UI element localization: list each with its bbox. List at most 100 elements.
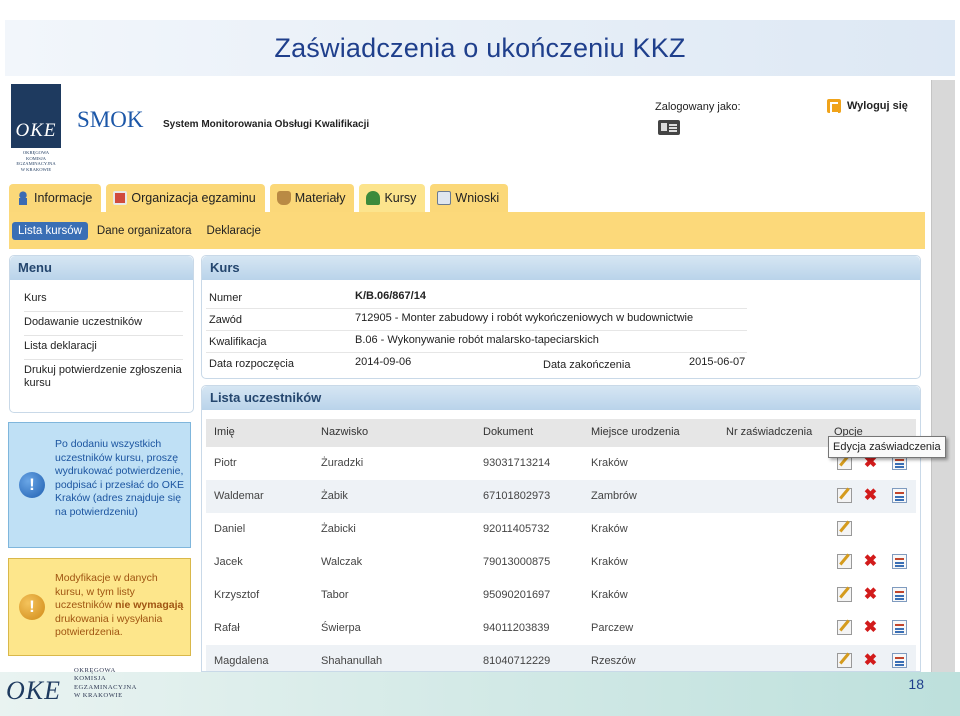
app-screenshot: OKE OKRĘGOWA KOMISJA EGZAMINACYJNA W KRA…	[5, 80, 955, 672]
menu-item-lista-deklaracji[interactable]: Lista deklaracji	[24, 336, 183, 360]
data-rozpoczecia-value: 2014-09-06	[355, 356, 412, 368]
delete-icon[interactable]: ✖	[863, 587, 878, 603]
tab-informacje[interactable]: Informacje	[9, 184, 102, 212]
participants-panel: Lista uczestników Imię Nazwisko Dokument…	[201, 385, 921, 672]
edit-icon[interactable]	[837, 554, 852, 569]
edit-icon[interactable]	[837, 488, 852, 503]
edit-icon[interactable]	[837, 653, 852, 668]
edit-icon[interactable]	[837, 521, 852, 536]
certificate-edit-icon[interactable]	[892, 488, 907, 503]
participants-table-header: Imię Nazwisko Dokument Miejsce urodzenia…	[206, 419, 916, 447]
app-name: SMOK	[77, 107, 144, 132]
cell-imie: Daniel	[214, 523, 246, 535]
app-subtitle: System Monitorowania Obsługi Kwalifikacj…	[163, 119, 370, 130]
numer-label: Numer	[209, 292, 243, 304]
cell-imie: Rafał	[214, 622, 240, 634]
footer-oke-logo: OKE	[6, 676, 61, 705]
cell-imie: Waldemar	[214, 490, 264, 502]
table-row: Rafał Świerpa 94011203839 Parczew ✖	[206, 612, 916, 645]
footer-band	[0, 672, 960, 716]
cell-miejsce: Kraków	[591, 457, 628, 469]
cell-nazwisko: Shahanullah	[321, 655, 383, 667]
delete-icon[interactable]: ✖	[863, 620, 878, 636]
tree-icon	[366, 191, 381, 205]
cell-miejsce: Rzeszów	[591, 655, 636, 667]
certificate-edit-icon[interactable]	[892, 653, 907, 668]
data-zakonczenia-label: Data zakończenia	[543, 359, 631, 371]
calendar-icon	[113, 191, 128, 205]
zawod-value: 712905 - Monter zabudowy i robót wykończ…	[355, 312, 694, 324]
cell-nazwisko: Żabik	[321, 490, 348, 502]
kurs-panel: Kurs Numer K/B.06/867/14 Zawód 712905 - …	[201, 255, 921, 379]
person-info-icon	[16, 191, 30, 205]
vertical-scrollbar[interactable]	[931, 80, 955, 672]
table-row: Jacek Walczak 79013000875 Kraków ✖	[206, 546, 916, 579]
info-box-print: ! Po dodaniu wszystkich uczestników kurs…	[8, 422, 191, 548]
table-row: Magdalena Shahanullah 81040712229 Rzeszó…	[206, 645, 916, 671]
bag-icon	[276, 191, 291, 205]
certificate-edit-icon[interactable]	[892, 620, 907, 635]
oke-logo-mark: OKE	[11, 84, 61, 148]
kurs-row-zawod: Zawód 712905 - Monter zabudowy i robót w…	[202, 309, 922, 331]
tab-wnioski[interactable]: Wnioski	[430, 184, 509, 212]
cell-dokument: 93031713214	[483, 457, 551, 469]
info-modifications-text: Modyfikacje w danych kursu, w tym listy …	[55, 572, 184, 639]
cell-miejsce: Kraków	[591, 589, 628, 601]
exclamation-icon: !	[19, 594, 45, 620]
cell-nazwisko: Walczak	[321, 556, 363, 568]
subnav-lista-kursow[interactable]: Lista kursów	[12, 221, 88, 240]
participants-panel-title: Lista uczestników	[202, 386, 920, 410]
kwalifikacja-label: Kwalifikacja	[209, 336, 267, 348]
table-row: Krzysztof Tabor 95090201697 Kraków ✖	[206, 579, 916, 612]
column-header-miejsce-urodzenia: Miejsce urodzenia	[591, 426, 680, 438]
certificate-edit-icon[interactable]	[892, 554, 907, 569]
menu-item-kurs[interactable]: Kurs	[24, 288, 183, 312]
footer-logo-text: OKRĘGOWA KOMISJA EGZAMINACYJNA W KRAKOWI…	[74, 667, 137, 700]
cell-miejsce: Kraków	[591, 556, 628, 568]
menu-item-dodawanie-uczestnikow[interactable]: Dodawanie uczestników	[24, 312, 183, 336]
delete-icon[interactable]: ✖	[863, 653, 878, 669]
menu-panel: Menu Kurs Dodawanie uczestników Lista de…	[9, 255, 194, 413]
tooltip-edycja-zaswiadczenia: Edycja zaświadczenia	[828, 436, 946, 458]
tab-label: Kursy	[384, 191, 417, 205]
oke-logo-subtitle: OKRĘGOWA KOMISJA EGZAMINACYJNA W KRAKOWI…	[16, 150, 56, 172]
subnav-deklaracje[interactable]: Deklaracje	[201, 222, 267, 240]
cell-miejsce: Kraków	[591, 523, 628, 535]
cell-dokument: 94011203839	[483, 622, 550, 634]
certificate-edit-icon[interactable]	[892, 587, 907, 602]
column-header-nr-zaswiadczenia: Nr zaświadczenia	[726, 426, 813, 438]
edit-icon[interactable]	[837, 620, 852, 635]
cell-miejsce: Zambrów	[591, 490, 637, 502]
zawod-label: Zawód	[209, 314, 243, 326]
edit-icon[interactable]	[837, 587, 852, 602]
menu-panel-title: Menu	[10, 256, 193, 280]
exclamation-icon: !	[19, 472, 45, 498]
info-box-modifications: ! Modyfikacje w danych kursu, w tym list…	[8, 558, 191, 656]
cell-dokument: 79013000875	[483, 556, 551, 568]
table-row: Piotr Żuradzki 93031713214 Kraków ✖	[206, 447, 916, 480]
sub-navigation: Lista kursów Dane organizatora Deklaracj…	[9, 212, 925, 249]
kurs-row-kwalifikacja: Kwalifikacja B.06 - Wykonywanie robót ma…	[202, 331, 922, 353]
subnav-dane-organizatora[interactable]: Dane organizatora	[91, 222, 198, 240]
menu-list: Kurs Dodawanie uczestników Lista deklara…	[10, 280, 193, 396]
kwalifikacja-value: B.06 - Wykonywanie robót malarsko-tapeci…	[355, 334, 599, 346]
tab-kursy[interactable]: Kursy	[359, 184, 426, 212]
numer-value: K/B.06/867/14	[355, 290, 426, 302]
info-print-text: Po dodaniu wszystkich uczestników kursu,…	[55, 438, 184, 518]
tab-materialy[interactable]: Materiały	[269, 184, 355, 212]
tab-organizacja-egzaminu[interactable]: Organizacja egzaminu	[106, 184, 265, 212]
logout-label: Wyloguj się	[847, 100, 908, 112]
column-header-imie: Imię	[214, 426, 235, 438]
tab-label: Informacje	[34, 191, 93, 205]
delete-icon[interactable]: ✖	[863, 488, 878, 504]
page-number: 18	[908, 676, 924, 692]
cell-miejsce: Parczew	[591, 622, 634, 634]
logged-in-label: Zalogowany jako:	[655, 101, 741, 113]
menu-item-drukuj-potwierdzenie[interactable]: Drukuj potwierdzenie zgłoszenia kursu	[24, 360, 183, 396]
document-icon	[437, 191, 452, 205]
delete-icon[interactable]: ✖	[863, 554, 878, 570]
logout-button[interactable]: Wyloguj się	[827, 99, 908, 114]
slide: Zaświadczenia o ukończeniu KKZ OKE OKRĘG…	[0, 0, 960, 716]
oke-logo: OKE OKRĘGOWA KOMISJA EGZAMINACYJNA W KRA…	[11, 84, 61, 176]
cell-dokument: 67101802973	[483, 490, 551, 502]
